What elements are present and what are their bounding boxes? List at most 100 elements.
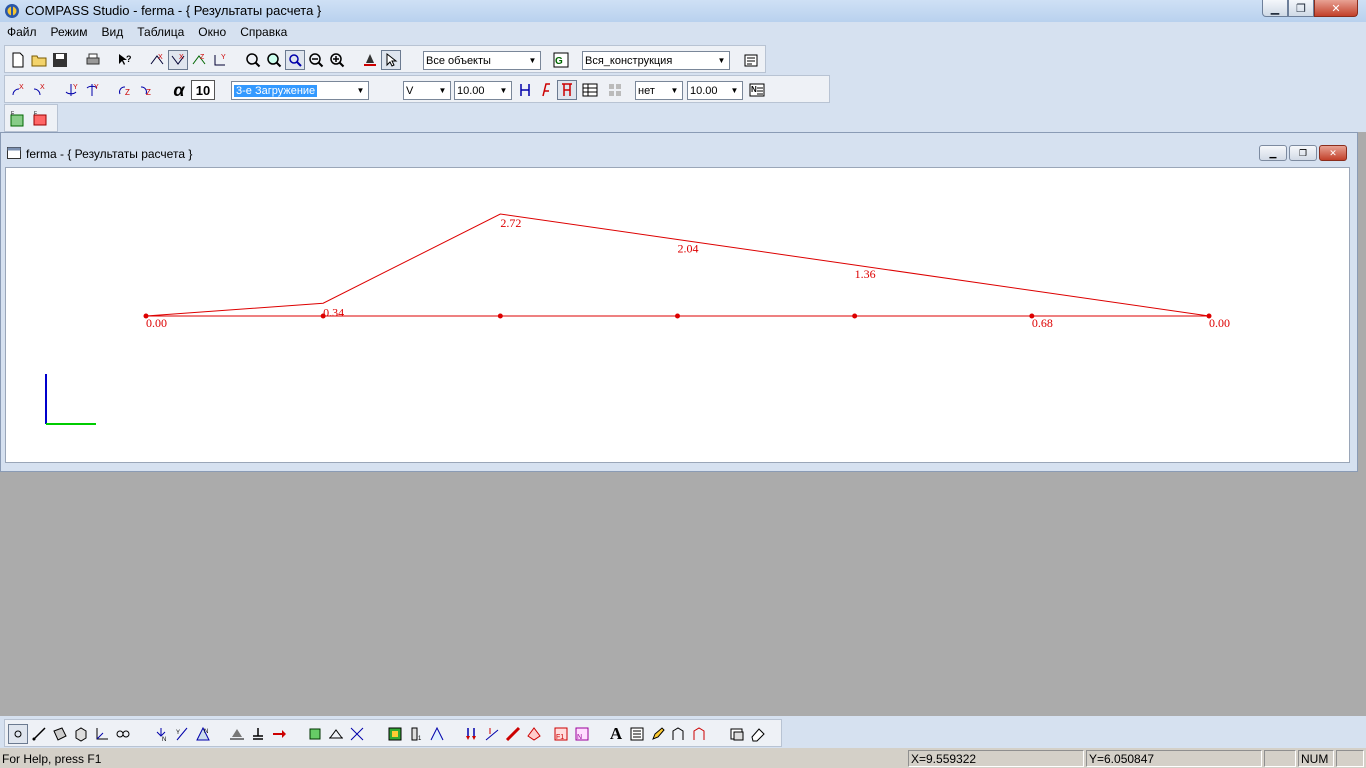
plate-numbers-button[interactable]: N [193,724,213,744]
properties-icon [744,54,758,67]
node-mode-button[interactable] [8,724,28,744]
rotate-y-button[interactable]: Y [210,50,230,70]
eraser-icon [751,728,765,742]
objects-filter-select[interactable]: Все объекты ▼ [423,51,541,70]
groups-button[interactable]: G [551,50,571,70]
node-loads-button[interactable] [461,724,481,744]
diagram-scale-select[interactable]: 10.00 ▼ [454,81,512,100]
n-values-button[interactable]: N [747,80,767,100]
report-button[interactable]: F [30,109,50,129]
app-icon[interactable] [4,3,20,19]
menu-help[interactable]: Справка [233,25,294,39]
minimize-icon: ▁ [1269,147,1277,158]
zoom-out-button[interactable] [306,50,326,70]
alpha-angle-button[interactable]: α [169,80,189,100]
eraser-button[interactable] [748,724,768,744]
rotate-y-left-button[interactable]: Y [61,80,81,100]
alpha-angle-value[interactable]: 10 [191,80,215,100]
load-combinations-button[interactable]: N [572,724,592,744]
zoom-window-button[interactable] [243,50,263,70]
minimize-icon: ▁ [1270,2,1280,15]
chevron-down-icon: ▼ [730,86,739,95]
svg-text:X: X [40,84,45,91]
secondary-scale-select[interactable]: 10.00 ▼ [687,81,743,100]
zoom-in-button[interactable] [327,50,347,70]
construction-select[interactable]: Вся_конструкция ▼ [582,51,730,70]
select-pointer-button[interactable] [381,50,401,70]
bar-loads-button[interactable] [482,724,502,744]
loads-button[interactable] [269,724,289,744]
connections-button[interactable] [113,724,133,744]
doc-minimize-button[interactable]: ▁ [1259,145,1287,161]
node-icon [14,730,22,738]
properties-button[interactable] [741,50,761,70]
support-button[interactable] [360,50,380,70]
document-icon[interactable] [7,147,21,159]
plate-loads-button[interactable] [524,724,544,744]
diagram-canvas[interactable]: 0.00 0.34 2.72 2.04 1.36 0.68 0.00 [5,167,1350,463]
rotate-z-left-button[interactable]: Z [115,80,135,100]
pan-button[interactable] [285,50,305,70]
materials-button[interactable] [385,724,405,744]
plate-mode-button[interactable] [50,724,70,744]
new-file-button[interactable] [8,50,28,70]
rotate-y-right-button[interactable]: Y [82,80,102,100]
status-empty-pane [1264,750,1296,767]
solid-mode-button[interactable] [71,724,91,744]
distributed-load-button[interactable] [503,724,523,744]
doc-restore-button[interactable]: ❐ [1289,145,1317,161]
rotate-z-button[interactable]: Z [189,50,209,70]
chevron-down-icon: ▼ [717,56,726,65]
force-component-select[interactable]: V ▼ [403,81,451,100]
solid-icon [75,727,87,742]
rotate-x-left-button[interactable]: X [8,80,28,100]
notes-button[interactable] [627,724,647,744]
text-tool-button[interactable]: A [606,724,626,744]
table-results-button[interactable] [580,80,600,100]
pencil-button[interactable] [648,724,668,744]
frame-button[interactable] [669,724,689,744]
status-empty-pane-2 [1336,750,1364,767]
minimize-button[interactable]: ▁ [1262,0,1288,17]
load-case-select[interactable]: 3-е Загружение ▼ [231,81,369,100]
diagram-values-button[interactable] [536,80,556,100]
rotate-x-right-button[interactable]: X [29,80,49,100]
notes-icon [630,727,644,741]
rigid-links-button[interactable] [326,724,346,744]
grid-values-button[interactable] [605,80,625,100]
doc-close-button[interactable]: ✕ [1319,145,1347,161]
clipboard-button[interactable] [727,724,747,744]
context-help-button[interactable]: ? [115,50,135,70]
menu-table[interactable]: Таблица [130,25,191,39]
print-button[interactable] [83,50,103,70]
rotate-z-right-button[interactable]: Z [136,80,156,100]
node-numbers-button[interactable]: N [151,724,171,744]
export-results-button[interactable]: E [8,109,28,129]
hinges-button[interactable] [305,724,325,744]
close-button[interactable]: ✕ [1314,0,1358,17]
secondary-option-select[interactable]: нет ▼ [635,81,683,100]
restore-button[interactable]: ❐ [1288,0,1314,17]
bar-numbers-button[interactable]: Y [172,724,192,744]
menu-file[interactable]: Файл [0,25,44,39]
sections-button[interactable]: 1 [406,724,426,744]
secondary-scale-value: 10.00 [690,84,718,97]
zoom-dynamic-button[interactable] [264,50,284,70]
stiffness-button[interactable] [427,724,447,744]
menu-view[interactable]: Вид [95,25,131,39]
mesh-button[interactable] [347,724,367,744]
rotate-x-plus-button[interactable]: X [147,50,167,70]
save-button[interactable] [50,50,70,70]
menu-mode[interactable]: Режим [44,25,95,39]
diagram-hide-button[interactable] [515,80,535,100]
diagram-fill-button[interactable] [557,80,577,100]
open-file-button[interactable] [29,50,49,70]
axes-mode-button[interactable] [92,724,112,744]
rotate-x-minus-button[interactable]: X [168,50,188,70]
temperature-load-button[interactable]: F1 [551,724,571,744]
bar-mode-button[interactable] [29,724,49,744]
menu-window[interactable]: Окно [191,25,233,39]
supports-button[interactable] [227,724,247,744]
fixed-support-button[interactable] [248,724,268,744]
frame-red-button[interactable] [690,724,710,744]
